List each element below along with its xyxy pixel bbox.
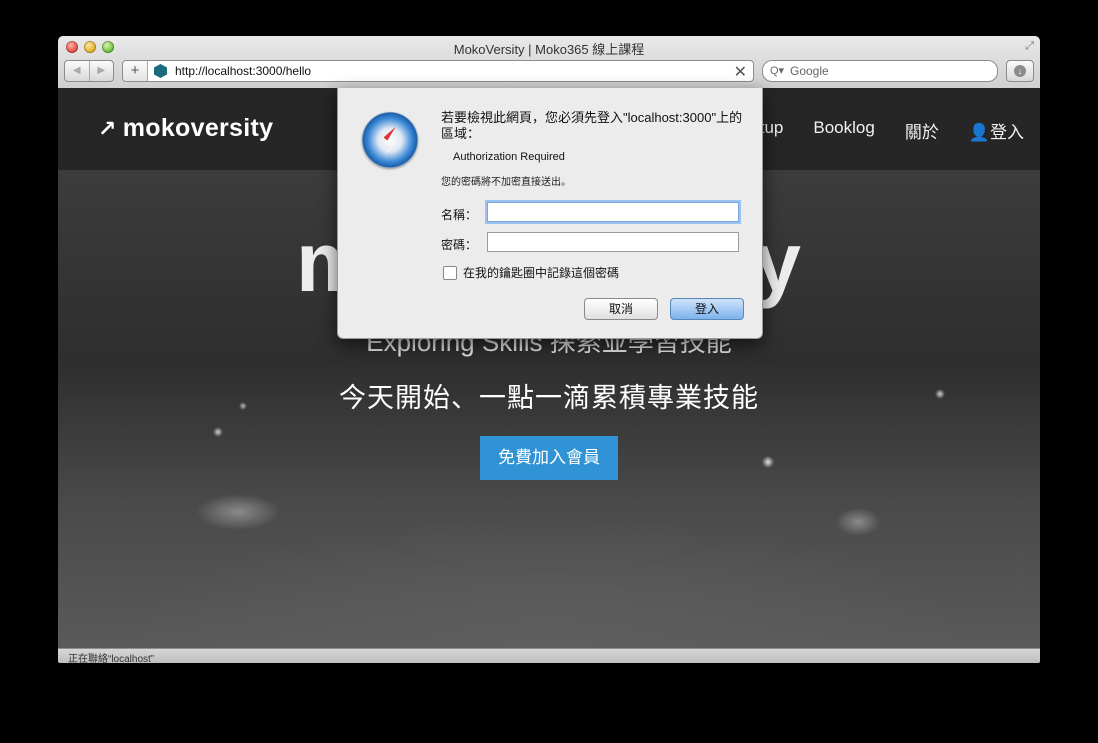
password-label: 密碼： <box>441 238 478 252</box>
compass-needle-red <box>383 125 397 140</box>
search-field[interactable]: Q▾ Google <box>762 60 998 82</box>
forward-button[interactable]: ▶ <box>90 61 114 81</box>
remember-password-checkbox[interactable] <box>443 265 457 280</box>
browser-toolbar: MokoVersity | Moko365 線上課程 ⤢ ◀ ▶ + http:… <box>58 36 1040 89</box>
auth-realm: Authorization Required <box>453 151 565 163</box>
site-favicon-icon <box>154 64 167 78</box>
compass-needle-white <box>383 140 397 155</box>
status-bar: 正在聯絡“localhost” <box>58 648 1040 663</box>
fullscreen-icon[interactable]: ⤢ <box>1025 40 1034 53</box>
stop-loading-icon[interactable]: ✕ <box>734 62 747 82</box>
login-button[interactable]: 登入 <box>670 298 744 320</box>
authentication-dialog: 若要檢視此網頁，您必須先登入"localhost:3000"上的區域： Auth… <box>337 88 763 339</box>
address-bar[interactable]: + http://localhost:3000/hello ✕ <box>122 60 754 82</box>
back-forward-buttons: ◀ ▶ <box>64 60 114 82</box>
nav-item-about[interactable]: 關於 <box>905 118 939 143</box>
nav-item-login[interactable]: 👤登入 <box>969 118 1024 143</box>
logo-arrow-icon: ↗ <box>98 116 117 141</box>
site-logo[interactable]: ↗ mokoversity <box>98 114 273 143</box>
auth-warning: 您的密碼將不加密直接送出。 <box>441 177 571 188</box>
auth-message: 若要檢視此網頁，您必須先登入"localhost:3000"上的區域： <box>441 110 743 141</box>
status-text: 正在聯絡“localhost” <box>68 654 155 663</box>
password-field[interactable] <box>487 232 739 252</box>
logo-text: mokoversity <box>122 114 274 142</box>
nav-menu: Startup Booklog 關於 👤登入 <box>729 118 1024 143</box>
add-bookmark-button[interactable]: + <box>123 61 148 81</box>
username-field[interactable] <box>487 202 739 222</box>
search-icon[interactable]: Q▾ <box>770 64 784 77</box>
name-label: 名稱： <box>441 208 478 222</box>
search-placeholder: Google <box>790 64 829 78</box>
window-title: MokoVersity | Moko365 線上課程 <box>453 42 645 57</box>
user-icon: 👤 <box>968 123 990 142</box>
download-icon: ↓ <box>1014 65 1026 77</box>
remember-password-option[interactable]: 在我的鑰匙圈中記錄這個密碼 <box>443 264 619 281</box>
join-free-button[interactable]: 免費加入會員 <box>480 436 618 480</box>
back-button[interactable]: ◀ <box>65 61 90 81</box>
nav-item-booklog[interactable]: Booklog <box>813 118 874 143</box>
hero-tagline: 今天開始、一點一滴累積專業技能 <box>339 383 759 413</box>
safari-compass-icon <box>362 112 418 168</box>
login-label: 登入 <box>990 123 1024 142</box>
remember-password-label: 在我的鑰匙圈中記錄這個密碼 <box>463 266 620 280</box>
url-text[interactable]: http://localhost:3000/hello <box>175 64 311 78</box>
cancel-button[interactable]: 取消 <box>584 298 658 320</box>
downloads-button[interactable]: ↓ <box>1006 60 1034 82</box>
